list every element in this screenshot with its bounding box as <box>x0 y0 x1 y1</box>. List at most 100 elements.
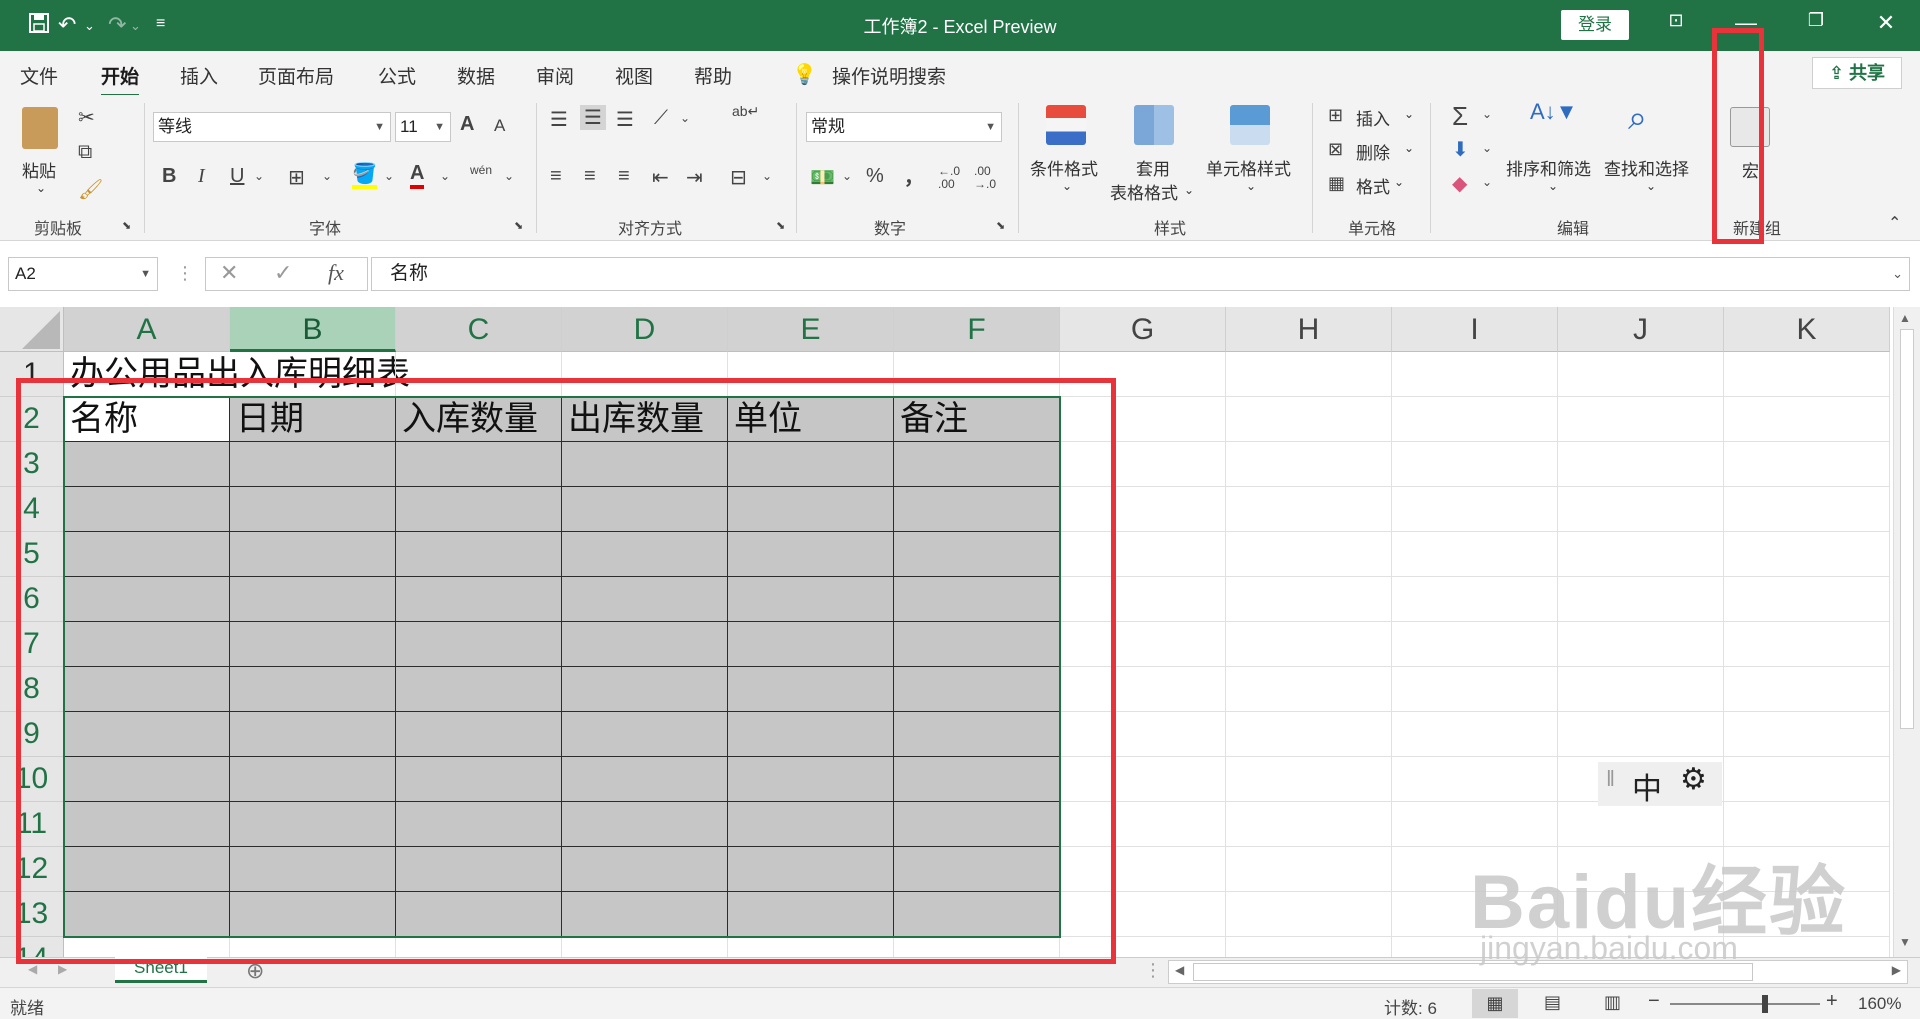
tab-view[interactable]: 视图 <box>615 62 653 89</box>
delete-dropdown-icon[interactable]: ⌄ <box>1404 141 1414 155</box>
restore-icon[interactable]: ❐ <box>1796 10 1836 31</box>
format-as-table-line2[interactable]: 表格格式 <box>1110 179 1178 204</box>
clipboard-launcher-icon[interactable]: ⬊ <box>122 219 131 232</box>
format-cells-button[interactable]: 格式 <box>1356 173 1390 198</box>
cell-H8[interactable] <box>1226 667 1392 712</box>
insert-function-icon[interactable]: fx <box>328 260 344 286</box>
number-format-select[interactable]: 常规 ▼ <box>806 112 1002 142</box>
format-dropdown-icon[interactable]: ⌄ <box>1394 175 1404 189</box>
cell-I2[interactable] <box>1392 397 1558 442</box>
fill-color-dropdown-icon[interactable]: ⌄ <box>384 169 394 183</box>
settings-icon[interactable]: ⚙ <box>1680 762 1707 797</box>
increase-indent-icon[interactable]: ⇥ <box>686 165 703 190</box>
cell-I10[interactable] <box>1392 757 1558 802</box>
fill-dropdown-icon[interactable]: ⌄ <box>1482 141 1492 155</box>
scrollbar-thumb[interactable] <box>1900 329 1914 729</box>
cell-I5[interactable] <box>1392 532 1558 577</box>
zoom-in-icon[interactable]: + <box>1826 990 1838 1013</box>
cell-K7[interactable] <box>1724 622 1890 667</box>
find-select-icon[interactable]: ⌕ <box>1628 99 1647 138</box>
name-box[interactable]: A2 ▼ <box>8 257 158 291</box>
cell-J9[interactable] <box>1558 712 1724 757</box>
cell-H1[interactable] <box>1226 352 1392 397</box>
cell-styles-dropdown-icon[interactable]: ⌄ <box>1246 179 1256 193</box>
cell-H11[interactable] <box>1226 802 1392 847</box>
cell-I9[interactable] <box>1392 712 1558 757</box>
percent-style-button[interactable]: % <box>866 165 884 188</box>
cell-J5[interactable] <box>1558 532 1724 577</box>
paste-button[interactable]: 粘贴 <box>22 157 56 182</box>
cell-H14[interactable] <box>1226 937 1392 957</box>
tab-help[interactable]: 帮助 <box>694 62 732 89</box>
close-icon[interactable]: ✕ <box>1866 10 1906 36</box>
column-header-E[interactable]: E <box>728 307 894 352</box>
cell-styles-icon[interactable] <box>1230 105 1270 145</box>
underline-button[interactable]: U <box>230 165 244 188</box>
font-color-icon[interactable]: A <box>410 161 425 189</box>
cell-K3[interactable] <box>1724 442 1890 487</box>
cell-styles-button[interactable]: 单元格样式 <box>1206 155 1291 180</box>
cell-H3[interactable] <box>1226 442 1392 487</box>
fill-color-icon[interactable]: 🪣 <box>352 163 377 189</box>
tab-page-layout[interactable]: 页面布局 <box>258 62 334 89</box>
sort-filter-dropdown-icon[interactable]: ⌄ <box>1548 179 1558 193</box>
format-as-table-line1[interactable]: 套用 <box>1136 155 1170 180</box>
normal-view-icon[interactable]: ▦ <box>1472 989 1518 1018</box>
insert-cells-icon[interactable]: ⊞ <box>1328 105 1343 126</box>
cell-J8[interactable] <box>1558 667 1724 712</box>
cell-J7[interactable] <box>1558 622 1724 667</box>
cell-K8[interactable] <box>1724 667 1890 712</box>
cell-H13[interactable] <box>1226 892 1392 937</box>
phonetic-icon[interactable]: wén <box>470 163 492 177</box>
column-header-K[interactable]: K <box>1724 307 1890 352</box>
page-layout-view-icon[interactable]: ▤ <box>1544 992 1561 1013</box>
cell-K1[interactable] <box>1724 352 1890 397</box>
zoom-level[interactable]: 160% <box>1858 994 1901 1014</box>
cell-K2[interactable] <box>1724 397 1890 442</box>
ribbon-display-options-icon[interactable]: ⊡ <box>1656 10 1696 31</box>
ime-mode-button[interactable]: 中 <box>1632 764 1662 808</box>
increase-decimal-button[interactable]: ←.0 .00 <box>938 165 972 191</box>
cell-I8[interactable] <box>1392 667 1558 712</box>
font-name-select[interactable]: 等线 ▼ <box>153 112 391 142</box>
paste-dropdown-icon[interactable]: ⌄ <box>36 181 46 195</box>
find-select-dropdown-icon[interactable]: ⌄ <box>1646 179 1656 193</box>
fill-icon[interactable]: ⬇ <box>1452 137 1469 162</box>
tell-me-search[interactable]: 操作说明搜索 <box>832 62 946 89</box>
tab-home[interactable]: 开始 <box>101 62 140 97</box>
border-icon[interactable]: ⊞ <box>288 165 305 190</box>
scroll-right-icon[interactable]: ▶ <box>1892 963 1901 977</box>
cell-H5[interactable] <box>1226 532 1392 577</box>
cell-I6[interactable] <box>1392 577 1558 622</box>
select-all-corner[interactable] <box>0 307 64 352</box>
conditional-formatting-button[interactable]: 条件格式 <box>1030 155 1098 180</box>
column-header-I[interactable]: I <box>1392 307 1558 352</box>
orientation-dropdown-icon[interactable]: ⌄ <box>680 111 690 125</box>
cell-J2[interactable] <box>1558 397 1724 442</box>
underline-dropdown-icon[interactable]: ⌄ <box>254 169 264 183</box>
column-header-C[interactable]: C <box>396 307 562 352</box>
paste-icon[interactable] <box>22 107 58 149</box>
cancel-icon[interactable]: ✕ <box>220 260 238 286</box>
cell-H4[interactable] <box>1226 487 1392 532</box>
accounting-dropdown-icon[interactable]: ⌄ <box>842 169 852 183</box>
column-header-H[interactable]: H <box>1226 307 1392 352</box>
autosum-icon[interactable]: Σ <box>1452 101 1468 132</box>
wrap-text-icon[interactable]: ab↵ <box>732 103 759 120</box>
align-bottom-icon[interactable]: ☰ <box>616 107 634 132</box>
format-painter-icon[interactable]: 🖌 <box>78 177 103 202</box>
sort-filter-icon[interactable]: A↓▼ <box>1530 99 1577 125</box>
cell-H9[interactable] <box>1226 712 1392 757</box>
align-top-icon[interactable]: ☰ <box>550 107 568 132</box>
bold-button[interactable]: B <box>162 165 176 188</box>
share-button[interactable]: ⇪ 共享 <box>1812 57 1902 89</box>
decrease-decimal-button[interactable]: .00 →.0 <box>974 165 1008 191</box>
enter-icon[interactable]: ✓ <box>274 260 292 286</box>
scroll-up-icon[interactable]: ▲ <box>1899 311 1911 325</box>
clear-dropdown-icon[interactable]: ⌄ <box>1482 175 1492 189</box>
cell-J6[interactable] <box>1558 577 1724 622</box>
vertical-scrollbar[interactable]: ▲ ▼ <box>1893 307 1920 957</box>
tab-formulas[interactable]: 公式 <box>378 62 416 89</box>
insert-cells-button[interactable]: 插入 <box>1356 105 1390 130</box>
cell-H6[interactable] <box>1226 577 1392 622</box>
